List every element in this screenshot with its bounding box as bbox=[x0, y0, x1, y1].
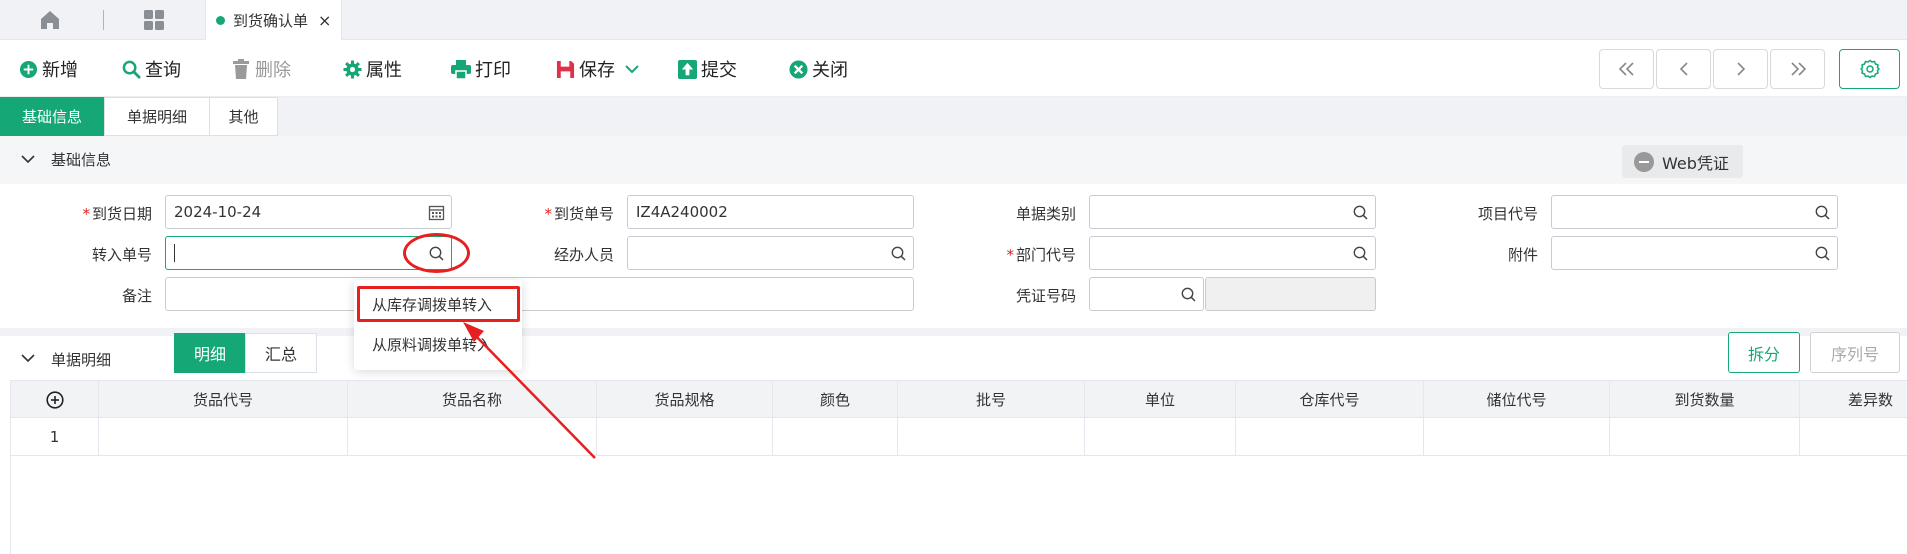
annotation-arrow bbox=[463, 322, 596, 459]
